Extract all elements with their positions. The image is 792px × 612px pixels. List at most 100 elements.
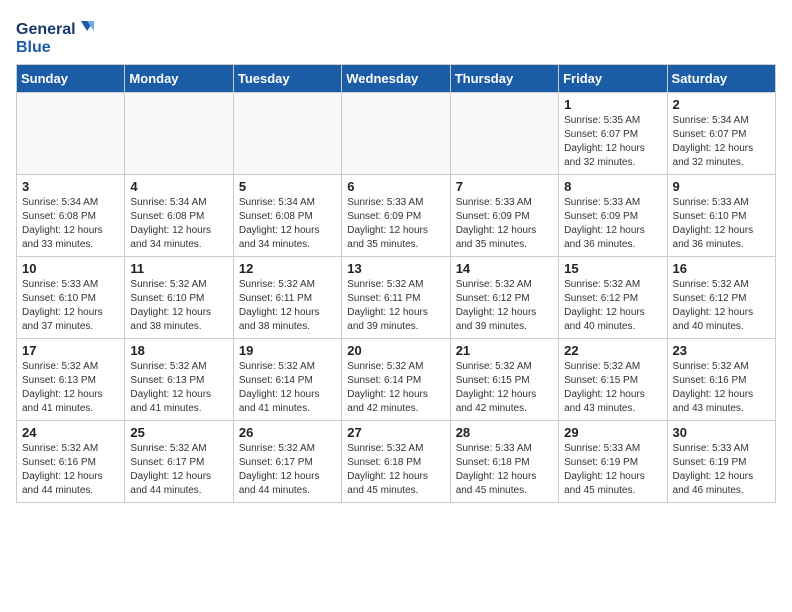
day-info: Sunrise: 5:34 AM Sunset: 6:08 PM Dayligh… <box>22 196 119 252</box>
calendar-cell: 10 Sunrise: 5:33 AM Sunset: 6:10 PM Dayli… <box>17 257 125 339</box>
day-info: Sunrise: 5:32 AM Sunset: 6:15 PM Dayligh… <box>456 360 553 416</box>
day-info: Sunrise: 5:32 AM Sunset: 6:11 PM Dayligh… <box>347 278 444 334</box>
day-number: 19 <box>239 343 336 358</box>
calendar-cell: 8Sunrise: 5:33 AM Sunset: 6:09 PM Daylig… <box>559 175 667 257</box>
calendar-cell <box>125 93 233 175</box>
day-number: 25 <box>130 425 227 440</box>
calendar-cell: 23Sunrise: 5:32 AM Sunset: 6:16 PM Dayli… <box>667 339 775 421</box>
day-number: 28 <box>456 425 553 440</box>
day-info: Sunrise: 5:32 AM Sunset: 6:13 PM Dayligh… <box>22 360 119 416</box>
logo-svg: GeneralBlue <box>16 16 96 56</box>
logo: GeneralBlue <box>16 16 96 56</box>
day-number: 23 <box>673 343 770 358</box>
calendar-cell: 19 Sunrise: 5:32 AM Sunset: 6:14 PM Dayli… <box>233 339 341 421</box>
calendar-cell: 7 Sunrise: 5:33 AM Sunset: 6:09 PM Daylig… <box>450 175 558 257</box>
day-number: 9 <box>673 179 770 194</box>
calendar-cell: 4 Sunrise: 5:34 AM Sunset: 6:08 PM Daylig… <box>125 175 233 257</box>
day-info: Sunrise: 5:33 AM Sunset: 6:19 PM Dayligh… <box>564 442 661 498</box>
calendar-cell <box>342 93 450 175</box>
day-number: 16 <box>673 261 770 276</box>
day-number: 3 <box>22 179 119 194</box>
calendar-week-row: 3 Sunrise: 5:34 AM Sunset: 6:08 PM Daylig… <box>17 175 776 257</box>
day-info: Sunrise: 5:33 AM Sunset: 6:10 PM Dayligh… <box>673 196 770 252</box>
calendar-cell: 29 Sunrise: 5:33 AM Sunset: 6:19 PM Dayli… <box>559 421 667 503</box>
calendar-cell <box>450 93 558 175</box>
day-number: 5 <box>239 179 336 194</box>
calendar-cell: 14 Sunrise: 5:32 AM Sunset: 6:12 PM Dayli… <box>450 257 558 339</box>
calendar-cell: 5 Sunrise: 5:34 AM Sunset: 6:08 PM Daylig… <box>233 175 341 257</box>
weekday-header: Sunday <box>17 65 125 93</box>
day-info: Sunrise: 5:33 AM Sunset: 6:10 PM Dayligh… <box>22 278 119 334</box>
calendar-cell <box>17 93 125 175</box>
calendar-header-row: SundayMondayTuesdayWednesdayThursdayFrid… <box>17 65 776 93</box>
calendar-cell: 13 Sunrise: 5:32 AM Sunset: 6:11 PM Dayli… <box>342 257 450 339</box>
day-number: 15 <box>564 261 661 276</box>
calendar-week-row: 1 Sunrise: 5:35 AM Sunset: 6:07 PM Daylig… <box>17 93 776 175</box>
day-info: Sunrise: 5:34 AM Sunset: 6:08 PM Dayligh… <box>239 196 336 252</box>
calendar-cell: 16 Sunrise: 5:32 AM Sunset: 6:12 PM Dayli… <box>667 257 775 339</box>
day-info: Sunrise: 5:32 AM Sunset: 6:12 PM Dayligh… <box>456 278 553 334</box>
day-info: Sunrise: 5:33 AM Sunset: 6:09 PM Dayligh… <box>456 196 553 252</box>
day-info: Sunrise: 5:32 AM Sunset: 6:15 PM Dayligh… <box>564 360 661 416</box>
calendar-cell: 3 Sunrise: 5:34 AM Sunset: 6:08 PM Daylig… <box>17 175 125 257</box>
day-number: 20 <box>347 343 444 358</box>
day-info: Sunrise: 5:32 AM Sunset: 6:11 PM Dayligh… <box>239 278 336 334</box>
calendar-cell: 21 Sunrise: 5:32 AM Sunset: 6:15 PM Dayli… <box>450 339 558 421</box>
day-number: 30 <box>673 425 770 440</box>
day-number: 21 <box>456 343 553 358</box>
calendar-cell: 25Sunrise: 5:32 AM Sunset: 6:17 PM Dayli… <box>125 421 233 503</box>
day-info: Sunrise: 5:32 AM Sunset: 6:17 PM Dayligh… <box>239 442 336 498</box>
day-info: Sunrise: 5:32 AM Sunset: 6:12 PM Dayligh… <box>564 278 661 334</box>
day-info: Sunrise: 5:32 AM Sunset: 6:12 PM Dayligh… <box>673 278 770 334</box>
weekday-header: Friday <box>559 65 667 93</box>
day-info: Sunrise: 5:34 AM Sunset: 6:08 PM Dayligh… <box>130 196 227 252</box>
day-number: 13 <box>347 261 444 276</box>
day-info: Sunrise: 5:33 AM Sunset: 6:09 PM Dayligh… <box>564 196 661 252</box>
calendar-week-row: 17Sunrise: 5:32 AM Sunset: 6:13 PM Dayli… <box>17 339 776 421</box>
day-number: 14 <box>456 261 553 276</box>
day-info: Sunrise: 5:32 AM Sunset: 6:10 PM Dayligh… <box>130 278 227 334</box>
day-number: 7 <box>456 179 553 194</box>
calendar-cell: 2Sunrise: 5:34 AM Sunset: 6:07 PM Daylig… <box>667 93 775 175</box>
day-number: 12 <box>239 261 336 276</box>
day-number: 24 <box>22 425 119 440</box>
svg-text:General: General <box>16 21 76 38</box>
day-info: Sunrise: 5:35 AM Sunset: 6:07 PM Dayligh… <box>564 114 661 170</box>
day-number: 4 <box>130 179 227 194</box>
calendar-cell: 30 Sunrise: 5:33 AM Sunset: 6:19 PM Dayli… <box>667 421 775 503</box>
calendar-table: SundayMondayTuesdayWednesdayThursdayFrid… <box>16 64 776 503</box>
calendar-cell: 18 Sunrise: 5:32 AM Sunset: 6:13 PM Dayli… <box>125 339 233 421</box>
day-number: 11 <box>130 261 227 276</box>
calendar-cell: 20 Sunrise: 5:32 AM Sunset: 6:14 PM Dayli… <box>342 339 450 421</box>
calendar-cell: 15 Sunrise: 5:32 AM Sunset: 6:12 PM Dayli… <box>559 257 667 339</box>
day-info: Sunrise: 5:32 AM Sunset: 6:14 PM Dayligh… <box>347 360 444 416</box>
weekday-header: Saturday <box>667 65 775 93</box>
day-number: 18 <box>130 343 227 358</box>
day-number: 22 <box>564 343 661 358</box>
calendar-cell: 26 Sunrise: 5:32 AM Sunset: 6:17 PM Dayli… <box>233 421 341 503</box>
calendar-week-row: 24Sunrise: 5:32 AM Sunset: 6:16 PM Dayli… <box>17 421 776 503</box>
day-number: 27 <box>347 425 444 440</box>
weekday-header: Thursday <box>450 65 558 93</box>
calendar-cell <box>233 93 341 175</box>
day-number: 26 <box>239 425 336 440</box>
day-info: Sunrise: 5:33 AM Sunset: 6:09 PM Dayligh… <box>347 196 444 252</box>
svg-text:Blue: Blue <box>16 39 51 56</box>
day-number: 6 <box>347 179 444 194</box>
calendar-cell: 9 Sunrise: 5:33 AM Sunset: 6:10 PM Daylig… <box>667 175 775 257</box>
day-info: Sunrise: 5:32 AM Sunset: 6:14 PM Dayligh… <box>239 360 336 416</box>
day-info: Sunrise: 5:34 AM Sunset: 6:07 PM Dayligh… <box>673 114 770 170</box>
calendar-cell: 22 Sunrise: 5:32 AM Sunset: 6:15 PM Dayli… <box>559 339 667 421</box>
calendar-cell: 27Sunrise: 5:32 AM Sunset: 6:18 PM Dayli… <box>342 421 450 503</box>
calendar-cell: 1 Sunrise: 5:35 AM Sunset: 6:07 PM Daylig… <box>559 93 667 175</box>
day-number: 29 <box>564 425 661 440</box>
day-number: 1 <box>564 97 661 112</box>
calendar-cell: 12 Sunrise: 5:32 AM Sunset: 6:11 PM Dayli… <box>233 257 341 339</box>
calendar-cell: 24Sunrise: 5:32 AM Sunset: 6:16 PM Dayli… <box>17 421 125 503</box>
day-info: Sunrise: 5:33 AM Sunset: 6:19 PM Dayligh… <box>673 442 770 498</box>
calendar-cell: 11 Sunrise: 5:32 AM Sunset: 6:10 PM Dayli… <box>125 257 233 339</box>
day-info: Sunrise: 5:32 AM Sunset: 6:13 PM Dayligh… <box>130 360 227 416</box>
weekday-header: Wednesday <box>342 65 450 93</box>
day-number: 10 <box>22 261 119 276</box>
weekday-header: Monday <box>125 65 233 93</box>
